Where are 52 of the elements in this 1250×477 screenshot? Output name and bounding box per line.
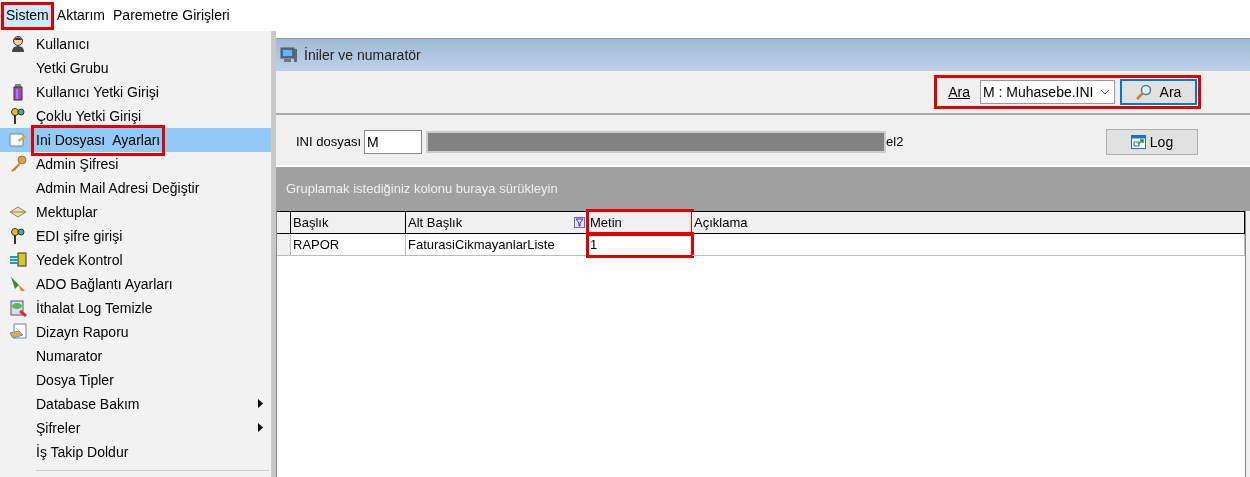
key-icon — [9, 155, 27, 173]
menu-item[interactable]: Çoklu Yetki Girişi — [0, 104, 271, 128]
menu-item[interactable]: İthalat Log Temizle — [0, 296, 271, 320]
menu-item[interactable]: Mektuplar — [0, 200, 271, 224]
group-panel-hint: Gruplamak istediğiniz kolonu buraya sürükleyin — [286, 180, 558, 199]
menu-item[interactable]: ADO Bağlantı Ayarları — [0, 272, 271, 296]
menu-bar-item[interactable]: Paremetre Girişleri — [109, 2, 234, 29]
submenu-arrow-icon — [258, 399, 263, 408]
monitor-icon — [280, 46, 298, 64]
search-button[interactable]: Ara — [1120, 79, 1197, 105]
person-icon — [9, 35, 27, 53]
menu-item[interactable]: Kullanıcı Yetki Girişi — [0, 80, 271, 104]
grid-corner — [277, 211, 291, 234]
menu-item[interactable]: Database Bakım — [0, 392, 271, 416]
menu-item[interactable]: Şifreler — [0, 416, 271, 440]
menu-item[interactable]: Dosya Tipler — [0, 368, 271, 392]
search-dropdown[interactable]: M : Muhasebe.INI — [980, 80, 1115, 104]
column-header[interactable]: Açıklama — [692, 211, 1245, 234]
menu-item[interactable]: EDI şifre girişi — [0, 224, 271, 248]
menu-item[interactable]: Numarator — [0, 344, 271, 368]
menu-item[interactable]: Yetki Grubu — [0, 56, 271, 80]
backup-icon — [9, 251, 27, 269]
chevron-down-icon — [1100, 89, 1110, 95]
menu-item[interactable]: Admin Mail Adresi Değiştir — [0, 176, 271, 200]
filter-icon — [574, 217, 585, 228]
menu-item[interactable]: Dizayn Raporu — [0, 320, 271, 344]
menu-bar-item[interactable]: Sistem — [2, 2, 53, 29]
menu-item[interactable]: Kullanıcı — [0, 32, 271, 56]
column-header[interactable]: Alt Başlık — [406, 211, 588, 234]
menu-item[interactable]: İş Takip Doldur — [0, 440, 271, 464]
table-cell: 1 — [588, 234, 692, 256]
table-cell: FaturasiCikmayanlarListe — [406, 234, 588, 256]
menu-bar-item[interactable]: Aktarım — [52, 2, 110, 29]
log-button[interactable]: Log — [1106, 129, 1198, 155]
keys-icon — [9, 107, 27, 125]
log-clean-icon — [9, 299, 27, 317]
search-icon — [1135, 84, 1152, 100]
column-header[interactable]: Başlık — [291, 211, 406, 234]
submenu-arrow-icon — [258, 423, 263, 432]
search-label: Ara — [947, 82, 971, 102]
report-icon — [9, 323, 27, 341]
table-cell: RAPOR — [291, 234, 406, 256]
field-label: INI dosyası — [296, 133, 362, 152]
document-edit-icon — [9, 131, 27, 149]
ini-file-field[interactable]: M — [364, 130, 423, 154]
window-title: İniler ve numaratör — [304, 45, 421, 65]
field-text: el2 — [886, 133, 904, 152]
menu-item[interactable]: Yedek Kontrol — [0, 248, 271, 272]
menu-item[interactable]: Admin Şifresi — [0, 152, 271, 176]
keys-icon — [9, 227, 27, 245]
row-indicator[interactable] — [277, 234, 291, 256]
column-header[interactable]: Metin — [588, 211, 692, 234]
